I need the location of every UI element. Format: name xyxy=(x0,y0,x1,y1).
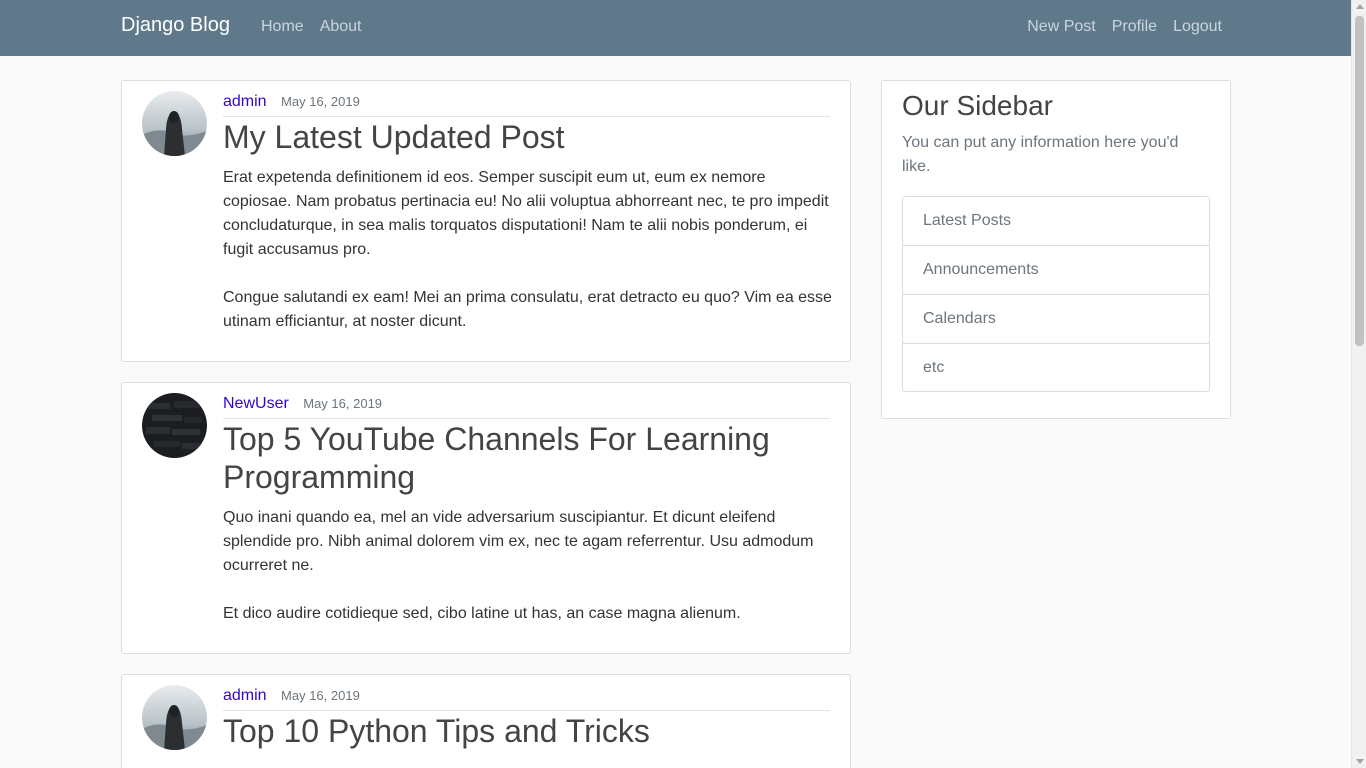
brand-link[interactable]: Django Blog xyxy=(121,14,230,37)
author-avatar xyxy=(142,393,207,458)
post-title[interactable]: Top 5 YouTube Channels For Learning Prog… xyxy=(223,420,823,496)
post-meta: admin May 16, 2019 xyxy=(223,687,830,711)
nav-link-profile[interactable]: Profile xyxy=(1112,17,1157,36)
page-scrollbar[interactable] xyxy=(1351,0,1366,768)
nav-link-home[interactable]: Home xyxy=(261,17,304,36)
sidebar-item-etc[interactable]: etc xyxy=(903,344,1209,391)
sidebar-title: Our Sidebar xyxy=(902,90,1053,121)
post-content: Erat expetenda definitionem id eos. Semp… xyxy=(223,166,835,334)
post-paragraph: Et dico audire cotidieque sed, cibo lati… xyxy=(223,605,741,622)
hooded-figure-avatar-icon xyxy=(142,91,207,156)
post-content: Quo inani quando ea, mel an vide adversa… xyxy=(223,506,835,626)
scrollbar-thumb[interactable] xyxy=(1355,16,1364,346)
sidebar-item-announcements[interactable]: Announcements xyxy=(903,246,1209,295)
author-link[interactable]: admin xyxy=(223,93,267,110)
scroll-up-icon[interactable] xyxy=(1356,4,1364,9)
nav-link-about[interactable]: About xyxy=(320,17,362,36)
sidebar-item-latest-posts[interactable]: Latest Posts xyxy=(903,197,1209,246)
post-card: admin May 16, 2019 Top 10 Python Tips an… xyxy=(121,674,851,768)
nav-right: New Post Profile Logout xyxy=(1027,17,1222,36)
author-link[interactable]: admin xyxy=(223,687,267,704)
sidebar-description: You can put any information here you'd l… xyxy=(902,134,1179,175)
post-card: NewUser May 16, 2019 Top 5 YouTube Chann… xyxy=(121,382,851,654)
post-paragraph: Erat expetenda definitionem id eos. Semp… xyxy=(223,169,829,258)
author-avatar xyxy=(142,91,207,156)
sidebar-list: Latest Posts Announcements Calendars etc xyxy=(902,196,1210,392)
post-paragraph: Quo inani quando ea, mel an vide adversa… xyxy=(223,509,814,574)
post-card: admin May 16, 2019 My Latest Updated Pos… xyxy=(121,80,851,362)
nav-left: Home About xyxy=(261,17,362,36)
scroll-down-icon[interactable] xyxy=(1356,759,1364,764)
nav-link-new-post[interactable]: New Post xyxy=(1027,17,1095,36)
post-title[interactable]: Top 10 Python Tips and Tricks xyxy=(223,712,650,750)
sidebar: Our Sidebar You can put any information … xyxy=(881,80,1231,419)
nav-link-logout[interactable]: Logout xyxy=(1173,17,1222,36)
post-title[interactable]: My Latest Updated Post xyxy=(223,118,565,156)
post-paragraph: Congue salutandi ex eam! Mei an prima co… xyxy=(223,289,832,330)
navbar: Django Blog Home About New Post Profile … xyxy=(0,0,1351,56)
post-meta: admin May 16, 2019 xyxy=(223,93,830,117)
hooded-figure-avatar-icon xyxy=(142,685,207,750)
sidebar-item-calendars[interactable]: Calendars xyxy=(903,295,1209,344)
author-avatar xyxy=(142,685,207,750)
post-date: May 16, 2019 xyxy=(281,688,360,703)
author-link[interactable]: NewUser xyxy=(223,395,289,412)
post-date: May 16, 2019 xyxy=(303,396,383,411)
post-meta: NewUser May 16, 2019 xyxy=(223,395,830,419)
dark-texture-avatar-icon xyxy=(142,393,207,458)
post-date: May 16, 2019 xyxy=(281,94,360,109)
